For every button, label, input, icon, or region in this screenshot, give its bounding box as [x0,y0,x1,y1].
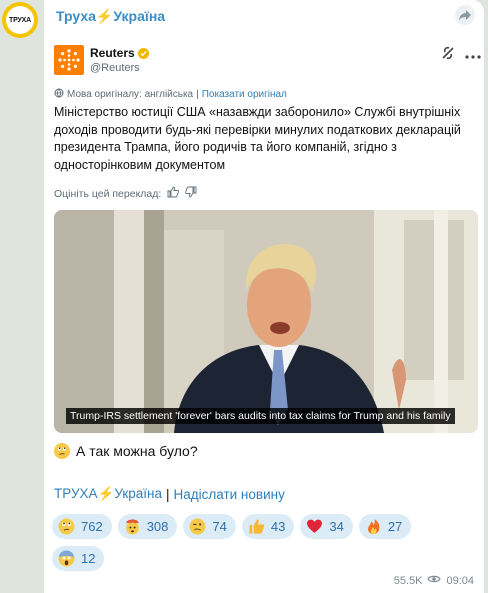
original-language-label: Мова оригіналу: англійська [67,89,194,100]
post-text: А так можна було? [76,443,198,459]
reaction-count: 762 [81,519,103,534]
message-meta: 55.5K 09:04 [394,574,474,587]
channel-name-suffix: Україна [113,8,166,24]
reaction-screaming[interactable]: 12 [52,546,105,571]
footer-separator: | [165,486,170,502]
lightning-icon: ⚡ [95,8,114,24]
reaction-count: 12 [81,551,96,566]
thumbs-up-icon[interactable] [167,186,180,201]
thumbs-down-icon[interactable] [185,186,197,201]
separator: | [196,89,199,100]
channel-link-suffix: Україна [114,486,162,501]
rate-translation-label: Оцініть цей переклад: [54,187,162,200]
tweet-photo[interactable]: Trump-IRS settlement 'forever' bars audi… [54,210,478,433]
reaction-heart[interactable]: 34 [300,514,353,539]
views-count: 55.5K [393,574,423,587]
tweet-author-name: Reuters [90,46,135,60]
message-bubble: Труха⚡Україна Reuters @Reuters Мова ориг… [44,0,484,593]
reaction-fire[interactable]: 27 [358,514,412,539]
channel-avatar[interactable]: ТРУХА [2,2,38,38]
show-original-link[interactable]: Показати оригінал [202,89,287,100]
reaction-zany[interactable]: 74 [183,514,236,539]
reaction-count: 34 [329,519,344,534]
post-time: 09:04 [446,574,474,587]
reaction-exploding-head[interactable]: 308 [117,514,178,539]
fire-icon [365,518,382,535]
photo-caption: Trump-IRS settlement 'forever' bars audi… [66,408,455,424]
face-eye-roll-icon [58,518,75,535]
face-eye-roll-icon [54,443,70,459]
tweet-actions [441,45,481,64]
reaction-eye-roll[interactable]: 762 [52,514,112,539]
eye-icon [427,574,442,587]
footer-links: ТРУХА⚡Україна | Надіслати новину [54,486,285,502]
reactions-bar: 762 308 74 43 34 27 12 [52,514,452,571]
translation-info: Мова оригіналу: англійська | Показати ор… [54,88,287,101]
reaction-count: 27 [387,519,403,534]
more-options-icon[interactable] [465,45,481,64]
thumbs-up-icon [248,518,265,535]
post-text-row: А так можна було? [54,443,198,459]
tweet-text: Міністерство юстиції США «назавжди забор… [54,105,461,172]
verified-badge-icon [137,47,149,59]
reaction-count: 308 [146,519,169,534]
channel-name-prefix: Труха [56,8,96,24]
reuters-logo [54,45,84,75]
reaction-count: 43 [270,519,286,534]
forward-icon[interactable] [454,4,476,26]
channel-link[interactable]: ТРУХА⚡Україна [54,486,162,502]
submit-news-link[interactable]: Надіслати новину [173,487,284,502]
face-exploding-head-icon [124,518,141,535]
rate-translation: Оцініть цей переклад: [54,186,197,201]
face-zany-icon [189,518,206,535]
channel-name[interactable]: Труха⚡Україна [56,8,165,25]
face-screaming-icon [58,550,75,567]
lightning-icon: ⚡ [97,486,115,501]
reaction-count: 74 [212,519,227,534]
channel-link-prefix: ТРУХА [54,486,98,501]
tweet-author[interactable]: Reuters [90,46,149,60]
heart-icon [306,518,323,535]
reaction-thumbs-up[interactable]: 43 [241,514,295,539]
link-icon[interactable] [441,45,455,64]
tweet-author-handle[interactable]: @Reuters [90,62,140,74]
channel-avatar-text: ТРУХА [6,6,34,34]
translate-icon [54,88,64,101]
